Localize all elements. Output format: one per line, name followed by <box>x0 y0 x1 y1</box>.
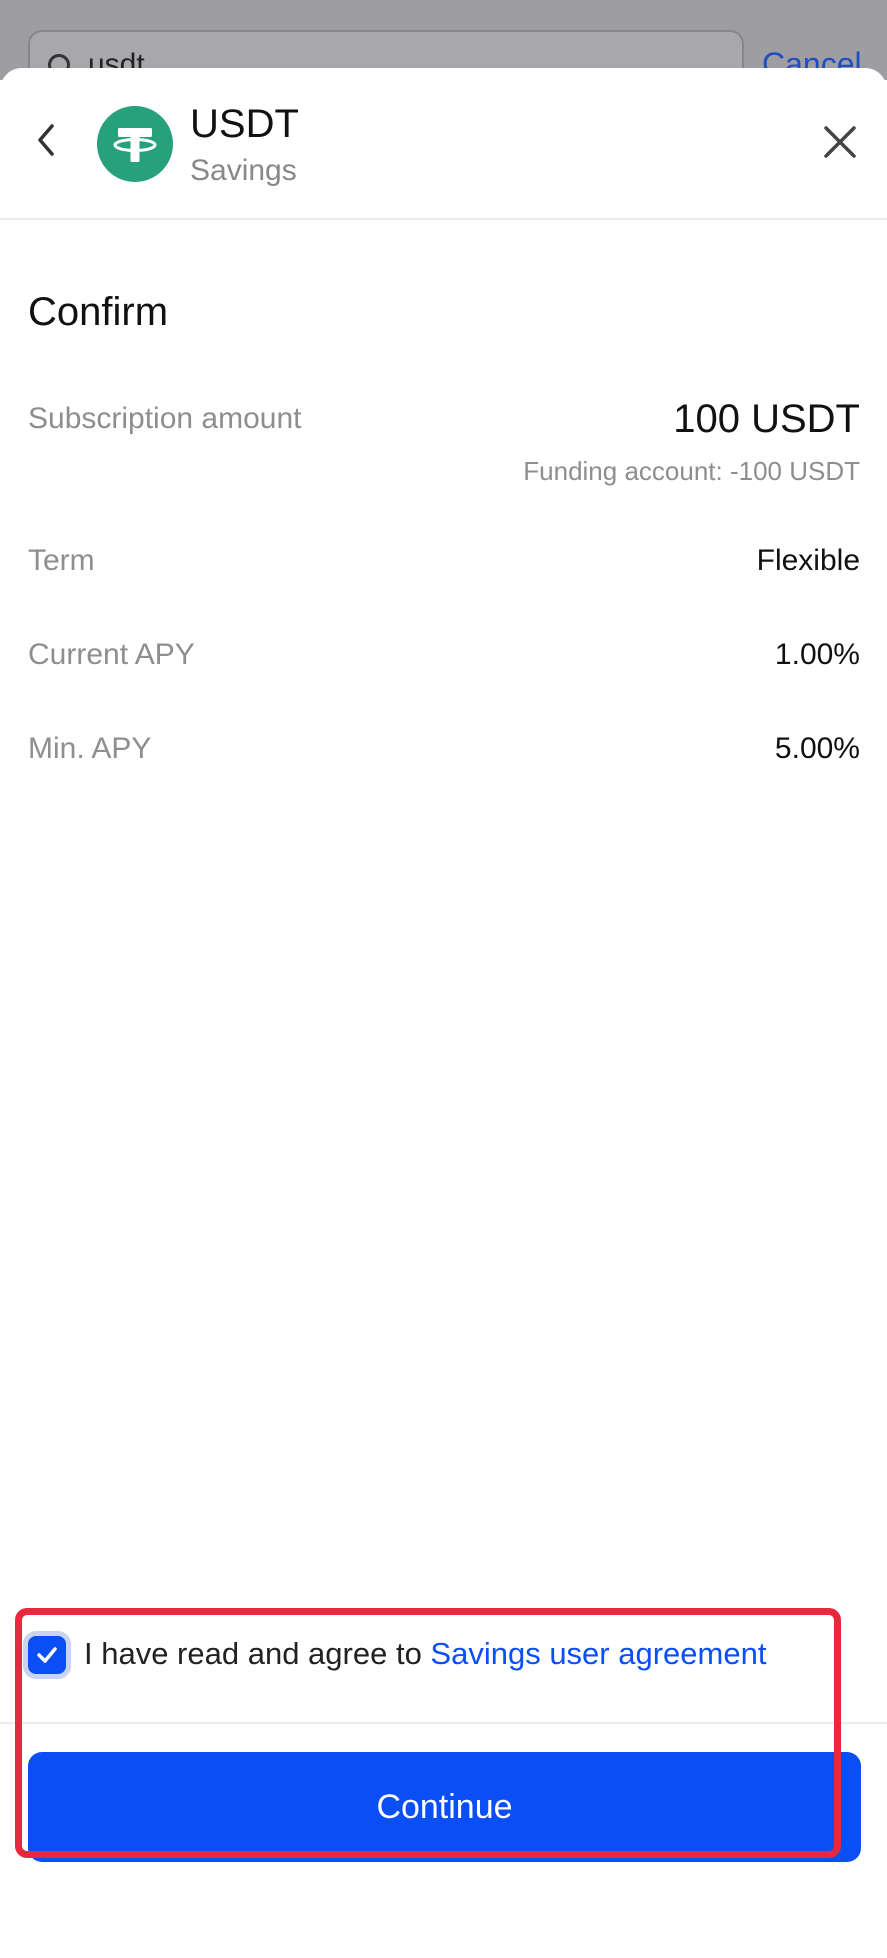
coin-title: USDT <box>190 102 299 146</box>
term-label: Term <box>28 544 95 577</box>
back-button[interactable] <box>22 116 70 164</box>
min-apy-value: 5.00% <box>774 732 860 765</box>
agreement-prefix: I have read and agree to <box>84 1636 431 1671</box>
agreement-text: I have read and agree to Savings user ag… <box>84 1636 766 1672</box>
agreement-checkbox[interactable] <box>28 1636 66 1674</box>
current-apy-value: 1.00% <box>774 638 860 671</box>
agreement-row: I have read and agree to Savings user ag… <box>0 1622 887 1692</box>
divider <box>0 1722 887 1724</box>
subscription-amount-label: Subscription amount <box>28 402 302 435</box>
product-subtitle: Savings <box>190 154 297 187</box>
current-apy-label: Current APY <box>28 638 195 671</box>
checkmark-icon <box>37 1647 57 1663</box>
min-apy-label: Min. APY <box>28 732 152 765</box>
sheet-header: USDT Savings <box>0 68 887 220</box>
subscription-amount-value: 100 USDT <box>673 397 860 441</box>
funding-account-note: Funding account: -100 USDT <box>523 456 860 486</box>
page-title: Confirm <box>28 290 169 334</box>
close-button[interactable] <box>818 120 862 164</box>
savings-agreement-link[interactable]: Savings user agreement <box>430 1636 766 1671</box>
continue-button[interactable]: Continue <box>28 1752 861 1862</box>
close-icon <box>824 126 856 158</box>
chevron-left-icon <box>38 124 54 156</box>
term-value: Flexible <box>756 544 860 577</box>
tether-logo-icon <box>97 106 173 182</box>
